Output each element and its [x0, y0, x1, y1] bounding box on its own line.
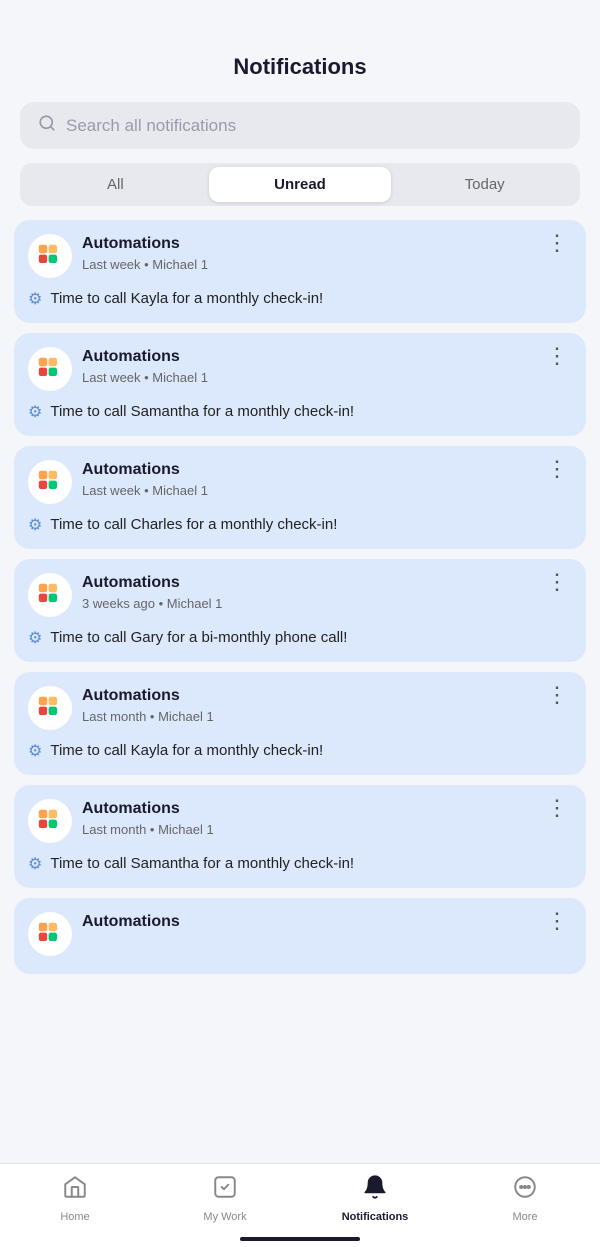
- notification-card[interactable]: Automations Last week • Michael 1 ⋮ ⚙ Ti…: [14, 333, 586, 436]
- page-header: Notifications: [0, 0, 600, 92]
- app-logo: [28, 460, 72, 504]
- home-icon: [62, 1174, 88, 1207]
- app-logo: [28, 347, 72, 391]
- bottom-nav: Home My Work Notifications: [0, 1163, 600, 1247]
- notification-card[interactable]: Automations 3 weeks ago • Michael 1 ⋮ ⚙ …: [14, 559, 586, 662]
- notification-message: Time to call Kayla for a monthly check-i…: [50, 740, 323, 761]
- notification-card[interactable]: Automations Last month • Michael 1 ⋮ ⚙ T…: [14, 672, 586, 775]
- notification-card[interactable]: Automations Last week • Michael 1 ⋮ ⚙ Ti…: [14, 446, 586, 549]
- gear-icon: ⚙: [28, 402, 42, 422]
- notification-card[interactable]: Automations Last month • Michael 1 ⋮ ⚙ T…: [14, 785, 586, 888]
- notification-subtitle: Last week • Michael 1: [82, 370, 208, 385]
- bottom-indicator: [240, 1237, 360, 1241]
- more-dots-button[interactable]: ⋮: [542, 684, 572, 706]
- more-dots-button[interactable]: ⋮: [542, 345, 572, 367]
- more-icon: [512, 1174, 538, 1207]
- app-logo: [28, 234, 72, 278]
- notifications-list: Automations Last week • Michael 1 ⋮ ⚙ Ti…: [0, 220, 600, 1074]
- notification-message: Time to call Samantha for a monthly chec…: [50, 853, 354, 874]
- notification-title: Automations: [82, 573, 222, 594]
- more-dots-button[interactable]: ⋮: [542, 910, 572, 932]
- search-icon: [38, 114, 56, 137]
- gear-icon: ⚙: [28, 289, 42, 309]
- app-logo: [28, 799, 72, 843]
- nav-label-mywork: My Work: [203, 1211, 246, 1223]
- notification-title: Automations: [82, 799, 214, 820]
- notification-subtitle: Last week • Michael 1: [82, 483, 208, 498]
- more-dots-button[interactable]: ⋮: [542, 571, 572, 593]
- notification-card[interactable]: Automations ⋮: [14, 898, 586, 974]
- filter-tabs: All Unread Today: [20, 163, 580, 206]
- gear-icon: ⚙: [28, 515, 42, 535]
- notification-message: Time to call Kayla for a monthly check-i…: [50, 288, 323, 309]
- mywork-icon: [212, 1174, 238, 1207]
- notif-icon: [362, 1174, 388, 1207]
- gear-icon: ⚙: [28, 741, 42, 761]
- nav-item-notifications[interactable]: Notifications: [340, 1174, 410, 1223]
- gear-icon: ⚙: [28, 854, 42, 874]
- notification-title: Automations: [82, 912, 180, 933]
- notification-message: Time to call Gary for a bi-monthly phone…: [50, 627, 347, 648]
- notification-card[interactable]: Automations Last week • Michael 1 ⋮ ⚙ Ti…: [14, 220, 586, 323]
- search-bar-container: Search all notifications: [0, 92, 600, 163]
- notification-subtitle: 3 weeks ago • Michael 1: [82, 596, 222, 611]
- notification-title: Automations: [82, 347, 208, 368]
- tab-all[interactable]: All: [24, 167, 207, 202]
- more-dots-button[interactable]: ⋮: [542, 797, 572, 819]
- nav-item-more[interactable]: More: [490, 1174, 560, 1223]
- notification-subtitle: Last week • Michael 1: [82, 257, 208, 272]
- more-dots-button[interactable]: ⋮: [542, 458, 572, 480]
- notification-subtitle: Last month • Michael 1: [82, 709, 214, 724]
- notification-message: Time to call Samantha for a monthly chec…: [50, 401, 354, 422]
- more-dots-button[interactable]: ⋮: [542, 232, 572, 254]
- notification-title: Automations: [82, 234, 208, 255]
- search-bar[interactable]: Search all notifications: [20, 102, 580, 149]
- app-logo: [28, 573, 72, 617]
- notification-title: Automations: [82, 686, 214, 707]
- nav-item-home[interactable]: Home: [40, 1174, 110, 1223]
- notification-subtitle: Last month • Michael 1: [82, 822, 214, 837]
- nav-label-notifications: Notifications: [342, 1211, 409, 1223]
- app-logo: [28, 686, 72, 730]
- page-title: Notifications: [20, 54, 580, 80]
- tab-today[interactable]: Today: [393, 167, 576, 202]
- search-placeholder-text: Search all notifications: [66, 116, 236, 136]
- app-logo: [28, 912, 72, 956]
- tab-unread[interactable]: Unread: [209, 167, 392, 202]
- nav-item-mywork[interactable]: My Work: [190, 1174, 260, 1223]
- nav-label-more: More: [512, 1211, 537, 1223]
- gear-icon: ⚙: [28, 628, 42, 648]
- nav-label-home: Home: [60, 1211, 89, 1223]
- notification-message: Time to call Charles for a monthly check…: [50, 514, 337, 535]
- notification-title: Automations: [82, 460, 208, 481]
